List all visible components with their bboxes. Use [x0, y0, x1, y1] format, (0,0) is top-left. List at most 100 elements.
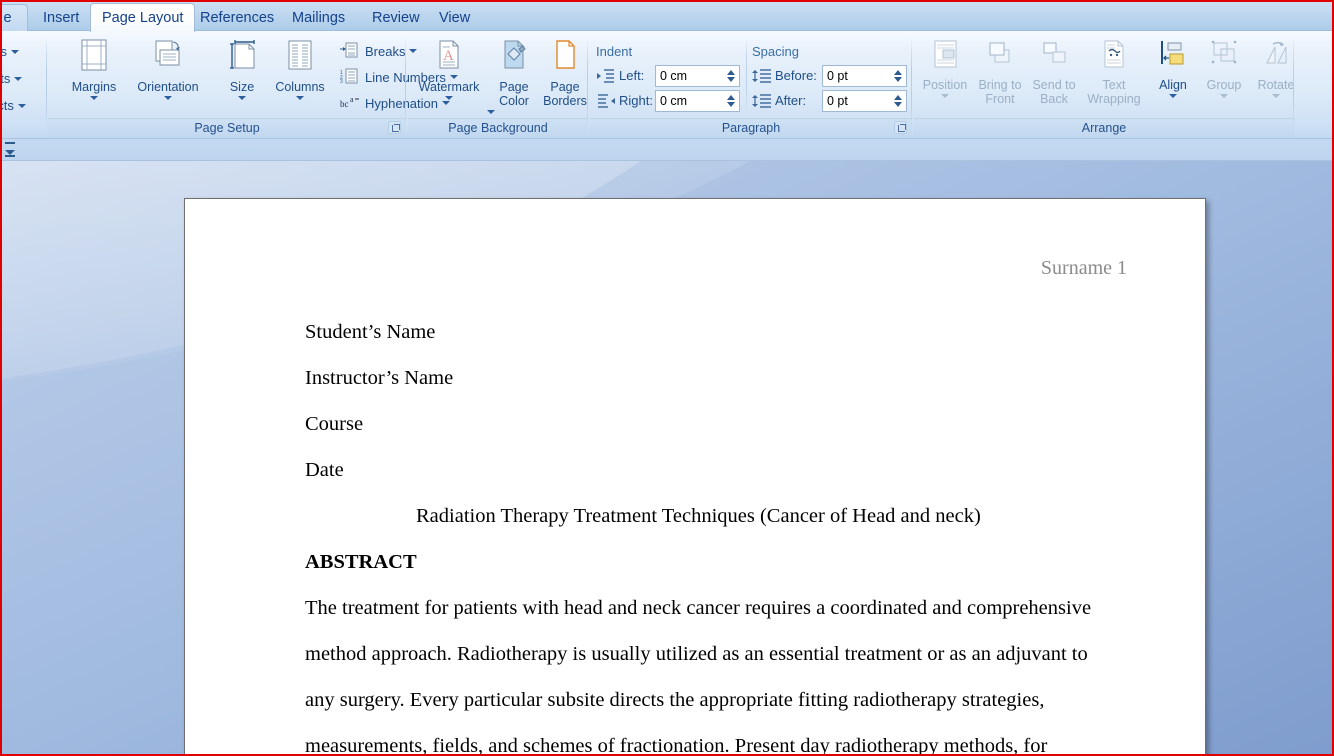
spacing-before-stepper[interactable]	[890, 66, 906, 86]
page-borders-button[interactable]: Page Borders	[538, 34, 592, 114]
group-objects-label: Group	[1206, 78, 1242, 92]
position-button[interactable]: Position	[918, 34, 972, 114]
orientation-button[interactable]: Orientation	[129, 34, 207, 114]
document-canvas[interactable]: Surname 1 Student’s Name Instructor’s Na…	[2, 161, 1332, 754]
page-borders-label: Page Borders	[543, 80, 587, 108]
text-wrapping-icon	[1100, 38, 1128, 75]
spacing-after-input[interactable]: 0 pt	[822, 90, 907, 112]
tab-home-cut[interactable]: e	[2, 4, 28, 31]
page-background-group-label-text: Page Background	[448, 121, 548, 135]
theme-fonts-button[interactable]: nts	[2, 67, 23, 90]
align-button[interactable]: Align	[1148, 34, 1198, 114]
tab-review-label: Review	[372, 9, 420, 26]
ribbon-group-page-background: A Watermark Page Color Page Borders Page…	[408, 32, 588, 137]
page-background-group-label: Page Background	[408, 118, 588, 137]
page-color-label: Page Color	[499, 80, 529, 108]
tab-page-layout-label: Page Layout	[102, 10, 184, 26]
spacing-before-label-text: Before:	[775, 68, 817, 83]
theme-effects-label: ects	[2, 98, 14, 113]
position-label: Position	[922, 78, 968, 92]
tab-references[interactable]: References	[189, 4, 285, 31]
svg-text:bc: bc	[340, 99, 349, 109]
spacing-after-stepper[interactable]	[890, 91, 906, 111]
doc-line-text: Instructor’s Name	[305, 367, 454, 389]
horizontal-ruler[interactable]	[2, 139, 1332, 161]
columns-button[interactable]: Columns	[269, 34, 331, 114]
indent-left-value: 0 cm	[660, 69, 688, 83]
doc-line-instructors-name: Instructor’s Name	[305, 367, 453, 389]
watermark-label: Watermark	[418, 80, 480, 94]
ribbon-group-arrange: Position Bring to Front Send to Back Tex…	[914, 32, 1294, 137]
left-indent-marker[interactable]	[4, 141, 18, 159]
theme-colors-button[interactable]: lors	[2, 40, 19, 63]
paragraph-group-label: Paragraph	[590, 118, 912, 137]
orientation-icon	[151, 38, 185, 77]
tab-view[interactable]: View	[428, 4, 481, 31]
group-separator	[587, 36, 588, 133]
word-window: e Insert Page Layout References Mailings…	[2, 2, 1332, 754]
breaks-label: Breaks	[365, 43, 406, 59]
spacing-after-label: After:	[775, 93, 806, 108]
indent-right-stepper[interactable]	[723, 91, 739, 111]
chevron-down-icon	[17, 103, 26, 108]
tab-mailings[interactable]: Mailings	[281, 4, 356, 31]
tab-insert-label: Insert	[43, 9, 80, 26]
group-separator	[911, 36, 912, 133]
doc-body-line-3: any surgery. Every particular subsite di…	[305, 689, 1044, 711]
rotate-button[interactable]: Rotate	[1250, 34, 1302, 114]
svg-text:a: a	[350, 95, 354, 104]
bring-to-front-button[interactable]: Bring to Front	[972, 34, 1028, 114]
page-size-label: Size	[229, 80, 255, 94]
margins-icon	[78, 38, 110, 77]
arrange-body: Position Bring to Front Send to Back Tex…	[914, 32, 1294, 117]
tab-mailings-label: Mailings	[292, 9, 346, 26]
indent-heading-text: Indent	[596, 44, 633, 59]
text-wrapping-button[interactable]: Text Wrapping	[1082, 34, 1146, 114]
chevron-down-icon	[445, 96, 453, 100]
margins-label: Margins	[71, 80, 117, 94]
paragraph-column-divider	[746, 38, 747, 114]
theme-colors-label: lors	[2, 44, 7, 59]
page-header-text: Surname 1	[1040, 257, 1127, 279]
margins-button[interactable]: Margins	[62, 34, 126, 114]
indent-right-input[interactable]: 0 cm	[655, 90, 740, 112]
page-color-button[interactable]: Page Color	[487, 34, 541, 114]
doc-title: Radiation Therapy Treatment Techniques (…	[416, 505, 981, 527]
page-background-body: A Watermark Page Color Page Borders	[408, 32, 588, 117]
page-size-icon	[225, 38, 259, 77]
tab-page-layout[interactable]: Page Layout	[90, 3, 196, 32]
page-size-button[interactable]: Size	[214, 34, 270, 114]
send-to-back-button[interactable]: Send to Back	[1026, 34, 1082, 114]
spacing-after-label-text: After:	[775, 93, 807, 108]
paragraph-body: Indent Left: 0 cm Right: 0 cm Spacing Be…	[590, 32, 912, 117]
watermark-button[interactable]: A Watermark	[412, 34, 486, 114]
tab-review[interactable]: Review	[361, 4, 431, 31]
group-objects-button[interactable]: Group	[1198, 34, 1250, 114]
page-color-icon	[499, 38, 529, 77]
page-setup-dialog-launcher[interactable]	[388, 121, 401, 134]
doc-line-course: Course	[305, 413, 363, 435]
chevron-down-icon	[487, 110, 495, 114]
align-label: Align	[1159, 78, 1187, 92]
rotate-icon	[1261, 38, 1291, 75]
doc-line-text: method approach. Radiotherapy is usually…	[305, 643, 1088, 665]
spacing-before-input[interactable]: 0 pt	[822, 65, 907, 87]
document-page[interactable]: Surname 1 Student’s Name Instructor’s Na…	[184, 198, 1206, 754]
theme-effects-button[interactable]: ects	[2, 94, 26, 117]
chevron-down-icon	[941, 94, 949, 98]
chevron-down-icon	[14, 76, 23, 81]
indent-left-input[interactable]: 0 cm	[655, 65, 740, 87]
theme-fonts-label: nts	[2, 71, 11, 86]
paragraph-dialog-launcher[interactable]	[894, 121, 907, 134]
chevron-down-icon	[10, 49, 19, 54]
tab-view-label: View	[439, 9, 471, 26]
tab-insert[interactable]: Insert	[32, 4, 90, 31]
chevron-down-icon	[296, 96, 304, 100]
doc-line-text: Date	[305, 459, 344, 481]
align-icon	[1158, 38, 1188, 75]
doc-heading-abstract: ABSTRACT	[305, 551, 417, 573]
rotate-label: Rotate	[1257, 78, 1295, 92]
indent-left-stepper[interactable]	[723, 66, 739, 86]
group-separator	[46, 36, 47, 133]
tab-home-cut-label: e	[3, 10, 12, 26]
